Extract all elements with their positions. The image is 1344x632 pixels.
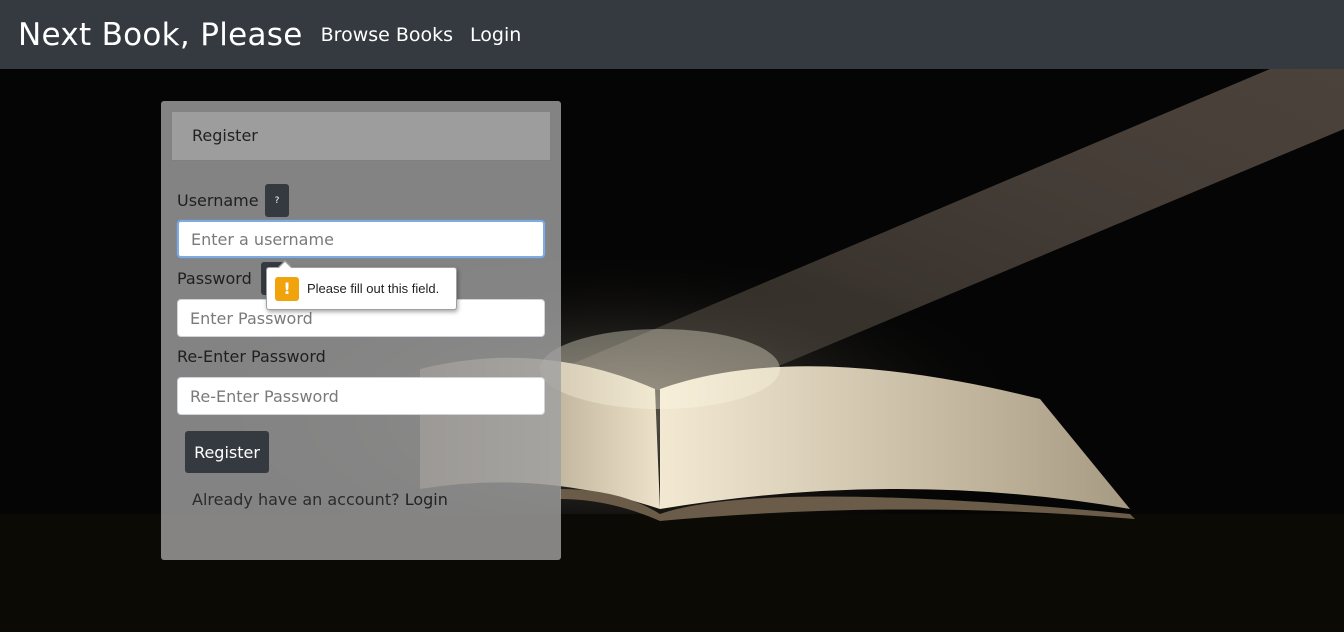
username-label: Username [177, 191, 259, 210]
login-prompt-text: Already have an account? [192, 490, 400, 509]
username-help-button[interactable]: ? [265, 184, 289, 217]
username-input[interactable] [177, 220, 545, 258]
login-link[interactable]: Login [405, 490, 448, 509]
card-header: Register [172, 112, 550, 161]
nav-link-browse-books[interactable]: Browse Books [321, 24, 453, 46]
password-label: Password [177, 269, 252, 288]
register-button[interactable]: Register [185, 431, 269, 473]
login-prompt: Already have an account? Login [192, 490, 448, 509]
brand-link[interactable]: Next Book, Please [18, 17, 303, 53]
warning-icon: ! [275, 276, 299, 301]
confirm-password-label: Re-Enter Password [177, 347, 326, 366]
validation-tooltip: ! Please fill out this field. [266, 260, 457, 310]
nav-link-login[interactable]: Login [470, 24, 521, 46]
navbar: Next Book, Please Browse Books Login [0, 0, 1344, 69]
register-card: Register Username ? Password ? Re-Enter … [161, 101, 561, 560]
confirm-password-input[interactable] [177, 377, 545, 415]
validation-message: Please fill out this field. [307, 281, 440, 296]
